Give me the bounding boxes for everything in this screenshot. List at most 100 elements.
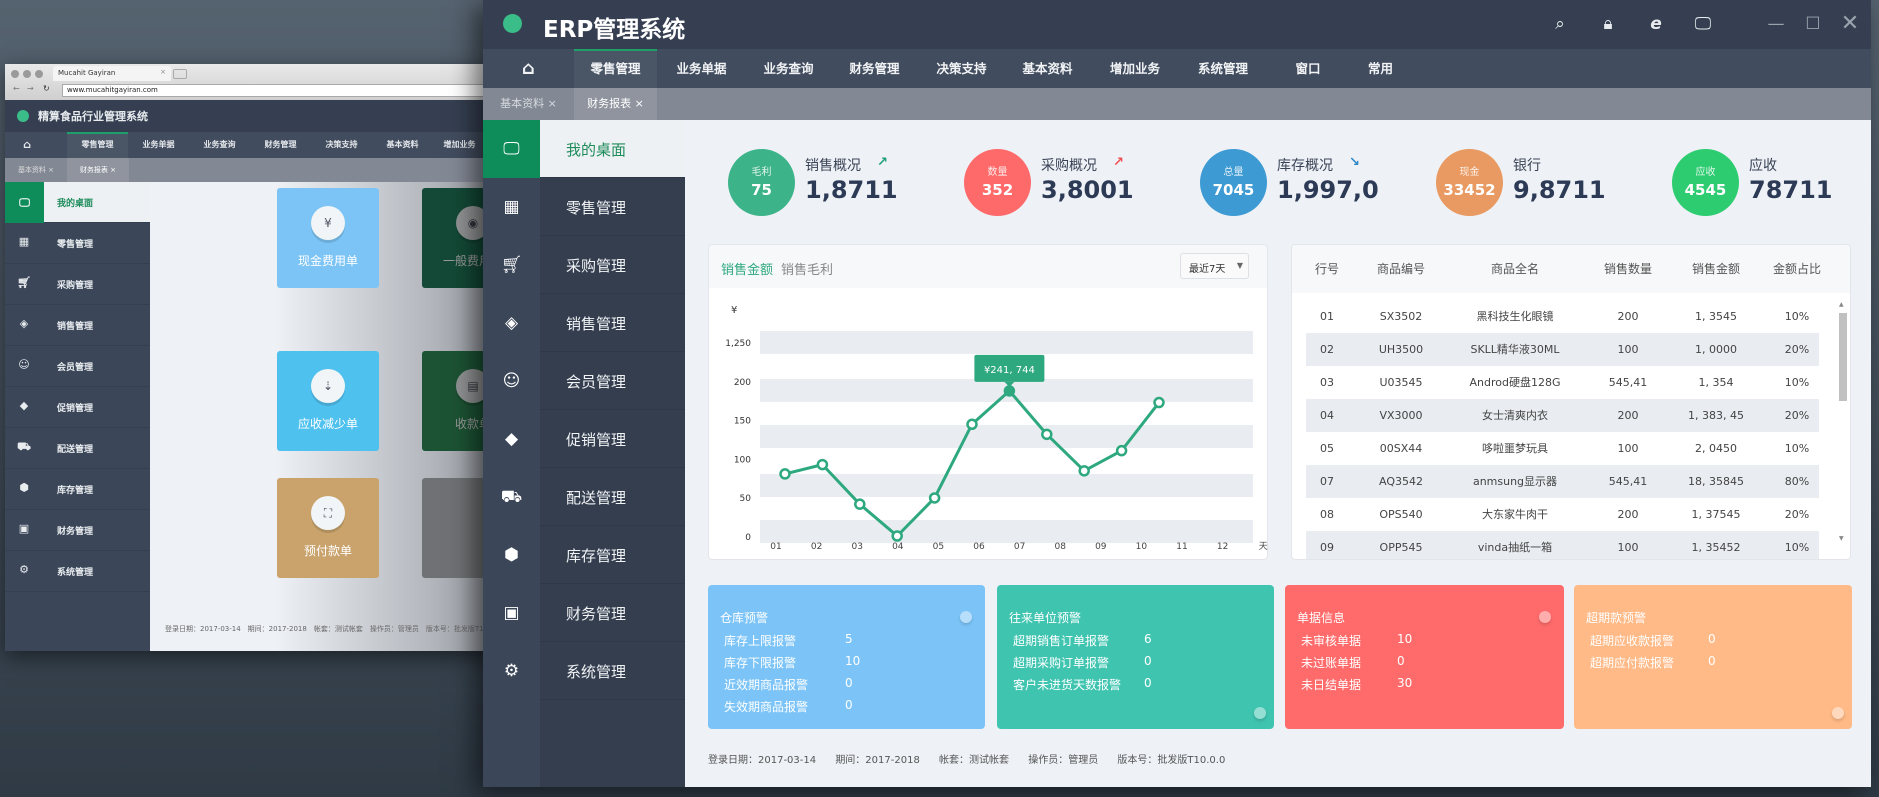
close-icon[interactable]: ✕ bbox=[1838, 12, 1862, 36]
data-point[interactable] bbox=[779, 468, 791, 480]
tab-finance-report[interactable]: 财务报表 × bbox=[67, 158, 129, 182]
window-zoom-dot[interactable] bbox=[35, 70, 43, 78]
forward-arrow-icon[interactable]: → bbox=[27, 84, 34, 93]
home-icon[interactable]: ⌂ bbox=[5, 132, 49, 158]
sidebar-item[interactable]: ▦ 零售管理 bbox=[483, 178, 685, 236]
nav-item[interactable]: 基本资料 bbox=[372, 132, 433, 158]
toggle-knob[interactable] bbox=[960, 611, 972, 623]
scrollbar-thumb[interactable] bbox=[1839, 313, 1847, 401]
sidebar-item[interactable]: 🛒︎ 采购管理 bbox=[5, 264, 150, 305]
sidebar-item[interactable]: ◆ 促销管理 bbox=[5, 387, 150, 428]
nav-item[interactable]: 窗口 bbox=[1266, 49, 1350, 88]
close-tab-icon[interactable]: × bbox=[160, 68, 166, 76]
nav-item[interactable]: 业务单据 bbox=[128, 132, 189, 158]
sidebar-item[interactable]: ⚙ 系统管理 bbox=[5, 551, 150, 592]
sidebar-item[interactable]: 🛒︎ 采购管理 bbox=[483, 236, 685, 294]
reload-icon[interactable]: ↻ bbox=[43, 84, 50, 93]
sidebar-item[interactable]: 🖵︎ 我的桌面 bbox=[483, 120, 685, 178]
sidebar-item[interactable]: ⬢ 库存管理 bbox=[483, 526, 685, 584]
browser-tab[interactable]: Mucahit Gayiran × bbox=[53, 66, 171, 81]
table-row[interactable]: 07 AQ3542 anmsung显示器 545,41 18, 35845 80% bbox=[1306, 465, 1819, 498]
scroll-down-icon[interactable]: ▼ bbox=[1839, 535, 1844, 542]
column-header[interactable]: 行号 bbox=[1315, 245, 1339, 293]
nav-item[interactable]: 财务管理 bbox=[831, 49, 918, 88]
tab-finance-report[interactable]: 财务报表 × bbox=[574, 88, 657, 120]
data-point[interactable] bbox=[891, 530, 903, 542]
table-row[interactable]: 01 SX3502 黑科技生化眼镜 200 1, 3545 10% bbox=[1306, 300, 1819, 333]
data-point[interactable] bbox=[1041, 428, 1053, 441]
table-row[interactable]: 04 VX3000 女士清爽内衣 200 1, 383, 45 20% bbox=[1306, 399, 1819, 432]
nav-item[interactable]: 决策支持 bbox=[311, 132, 372, 158]
alert-card[interactable]: 仓库预警 库存上限报警 5 库存下限报警 10 近效期商品报警 0 失效期商品报警 0 bbox=[708, 585, 985, 729]
sidebar-item[interactable]: ⚙ 系统管理 bbox=[483, 642, 685, 700]
lock-icon[interactable]: 🔒︎ bbox=[1596, 12, 1620, 36]
ie-icon[interactable]: e bbox=[1644, 12, 1668, 36]
toggle-knob[interactable] bbox=[1832, 707, 1844, 719]
nav-item[interactable]: 决策支持 bbox=[918, 49, 1005, 88]
sidebar-item[interactable]: ◆ 促销管理 bbox=[483, 410, 685, 468]
nav-item[interactable]: 业务单据 bbox=[657, 49, 746, 88]
card-prepayment[interactable]: ⛶ 预付款单 bbox=[277, 478, 379, 578]
sidebar-item[interactable]: ▦ 零售管理 bbox=[5, 223, 150, 264]
table-row[interactable]: 03 U03545 Androd硬盘128G 545,41 1, 354 10% bbox=[1306, 366, 1819, 399]
column-header[interactable]: 销售金额 bbox=[1692, 245, 1740, 293]
data-point[interactable] bbox=[1153, 396, 1165, 409]
search-icon[interactable]: ⌕ bbox=[1548, 12, 1572, 36]
nav-item[interactable]: 零售管理 bbox=[67, 132, 128, 158]
nav-item[interactable]: 增加业务 bbox=[1090, 49, 1180, 88]
nav-item[interactable]: 财务管理 bbox=[250, 132, 311, 158]
table-row[interactable]: 05 00SX44 哆啦噩梦玩具 100 2, 0450 10% bbox=[1306, 432, 1819, 465]
tab-basic-data[interactable]: 基本资料 × bbox=[483, 88, 574, 120]
nav-item[interactable]: 基本资料 bbox=[1005, 49, 1090, 88]
sidebar-item[interactable]: ▣ 财务管理 bbox=[5, 510, 150, 551]
nav-item[interactable]: 常用 bbox=[1350, 49, 1411, 88]
home-icon[interactable]: ⌂ bbox=[483, 49, 574, 88]
sidebar-item[interactable]: ◈ 销售管理 bbox=[5, 305, 150, 346]
nav-item[interactable]: 业务查询 bbox=[189, 132, 250, 158]
nav-item[interactable]: 业务查询 bbox=[746, 49, 831, 88]
toggle-knob[interactable] bbox=[1254, 707, 1266, 719]
scrollbar[interactable]: ▲ ▼ bbox=[1839, 301, 1847, 551]
new-tab-button[interactable] bbox=[173, 69, 187, 79]
sidebar-item[interactable]: ◈ 销售管理 bbox=[483, 294, 685, 352]
close-icon[interactable]: × bbox=[548, 97, 557, 110]
data-point[interactable] bbox=[1115, 444, 1128, 457]
table-row[interactable]: 08 OPS540 大东家牛肉干 200 1, 37545 20% bbox=[1306, 498, 1819, 531]
nav-item[interactable]: 零售管理 bbox=[574, 49, 657, 88]
column-header[interactable]: 商品全名 bbox=[1491, 245, 1539, 293]
card-cash-expense[interactable]: ¥ 现金费用单 bbox=[277, 188, 379, 288]
alert-card[interactable]: 单据信息 未审核单据 10 未过账单据 0 未日结单据 30 bbox=[1285, 585, 1564, 729]
sidebar-item[interactable]: 🖵︎ 我的桌面 bbox=[5, 182, 150, 223]
minimize-icon[interactable]: — bbox=[1764, 12, 1788, 36]
sidebar-item[interactable]: ⛟ 配送管理 bbox=[5, 428, 150, 469]
data-point[interactable] bbox=[816, 458, 829, 471]
column-header[interactable]: 商品编号 bbox=[1377, 245, 1425, 293]
data-point[interactable] bbox=[1078, 465, 1090, 477]
nav-item[interactable]: 系统管理 bbox=[1180, 49, 1266, 88]
back-arrow-icon[interactable]: ← bbox=[13, 84, 20, 93]
nav-item[interactable]: 增加业务 bbox=[429, 132, 490, 158]
maximize-icon[interactable]: ☐ bbox=[1801, 12, 1825, 36]
sidebar-item[interactable]: ▣ 财务管理 bbox=[483, 584, 685, 642]
sidebar-item[interactable]: ☺ 会员管理 bbox=[5, 346, 150, 387]
column-header[interactable]: 金额占比 bbox=[1773, 245, 1821, 293]
remote-desktop-icon[interactable]: 🖵︎ bbox=[1691, 12, 1715, 36]
data-point[interactable] bbox=[966, 418, 978, 431]
window-minimize-dot[interactable] bbox=[23, 70, 31, 78]
close-icon[interactable]: × bbox=[48, 166, 54, 174]
scroll-up-icon[interactable]: ▲ bbox=[1839, 301, 1844, 308]
card-receivable-reduction[interactable]: ⇣ 应收减少单 bbox=[277, 351, 379, 451]
data-point[interactable] bbox=[854, 498, 866, 510]
sidebar-item[interactable]: ☺ 会员管理 bbox=[483, 352, 685, 410]
close-icon[interactable]: × bbox=[635, 97, 644, 110]
sidebar-item[interactable]: ⛟ 配送管理 bbox=[483, 468, 685, 526]
column-header[interactable]: 销售数量 bbox=[1604, 245, 1652, 293]
table-row[interactable]: 02 UH3500 SKLL精华液30ML 100 1, 0000 20% bbox=[1306, 333, 1819, 366]
alert-card[interactable]: 往来单位预警 超期销售订单报警 6 超期采购订单报警 0 客户未进货天数报警 0 bbox=[997, 585, 1274, 729]
close-icon[interactable]: × bbox=[110, 166, 116, 174]
window-close-dot[interactable] bbox=[11, 70, 19, 78]
toggle-knob[interactable] bbox=[1539, 611, 1551, 623]
tab-basic-data[interactable]: 基本资料 × bbox=[5, 158, 67, 182]
alert-card[interactable]: 超期款预警 超期应收款报警 0 超期应付款报警 0 bbox=[1574, 585, 1852, 729]
data-point[interactable] bbox=[1003, 385, 1016, 397]
